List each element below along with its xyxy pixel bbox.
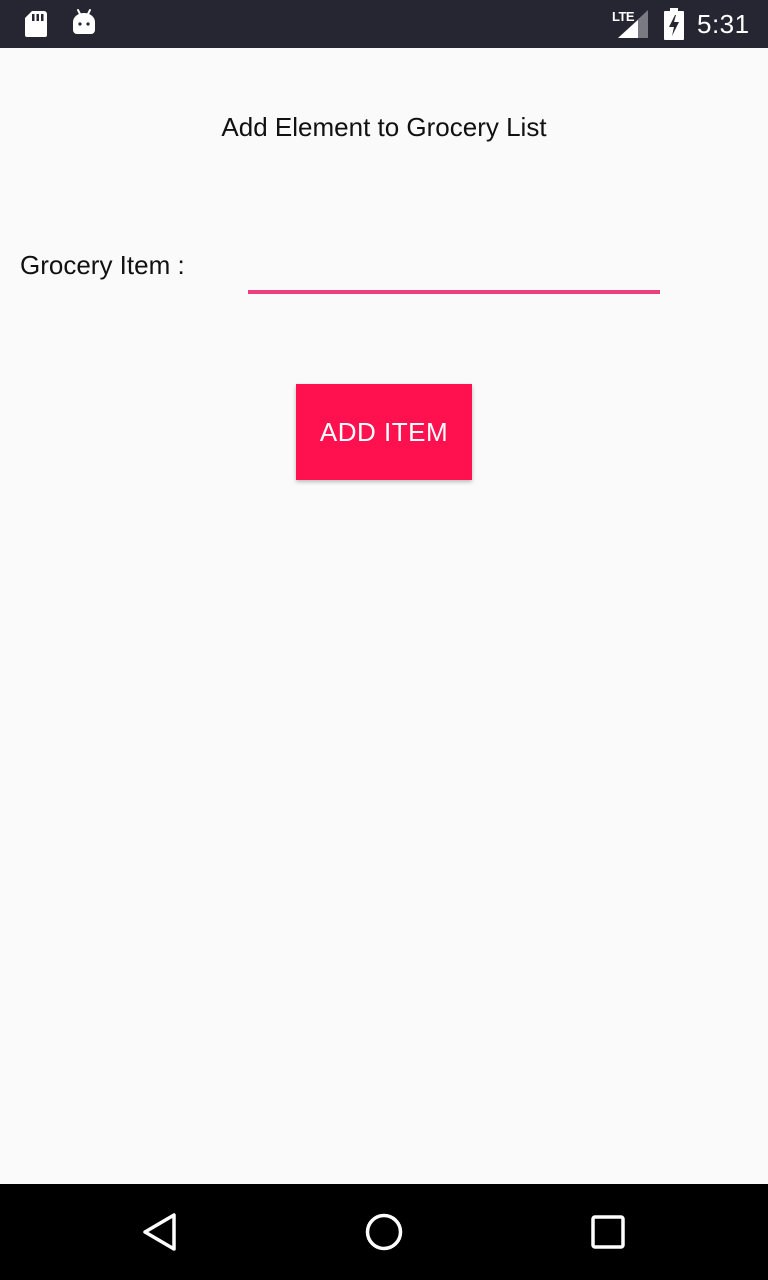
grocery-item-label: Grocery Item :	[20, 250, 185, 280]
battery-charging-icon	[664, 8, 684, 40]
home-icon[interactable]	[364, 1212, 404, 1252]
clock: 5:31	[697, 9, 750, 39]
recents-icon[interactable]	[588, 1212, 628, 1252]
navigation-bar	[0, 1184, 768, 1280]
page-title: Add Element to Grocery List	[221, 112, 547, 142]
add-item-button[interactable]: ADD ITEM	[296, 384, 472, 480]
sd-card-icon	[25, 11, 47, 37]
android-debug-icon	[73, 9, 95, 34]
grocery-item-input[interactable]	[248, 246, 660, 294]
back-icon[interactable]	[140, 1212, 180, 1252]
signal-icon	[618, 10, 648, 38]
status-bar: LTE 5:31	[0, 0, 768, 48]
